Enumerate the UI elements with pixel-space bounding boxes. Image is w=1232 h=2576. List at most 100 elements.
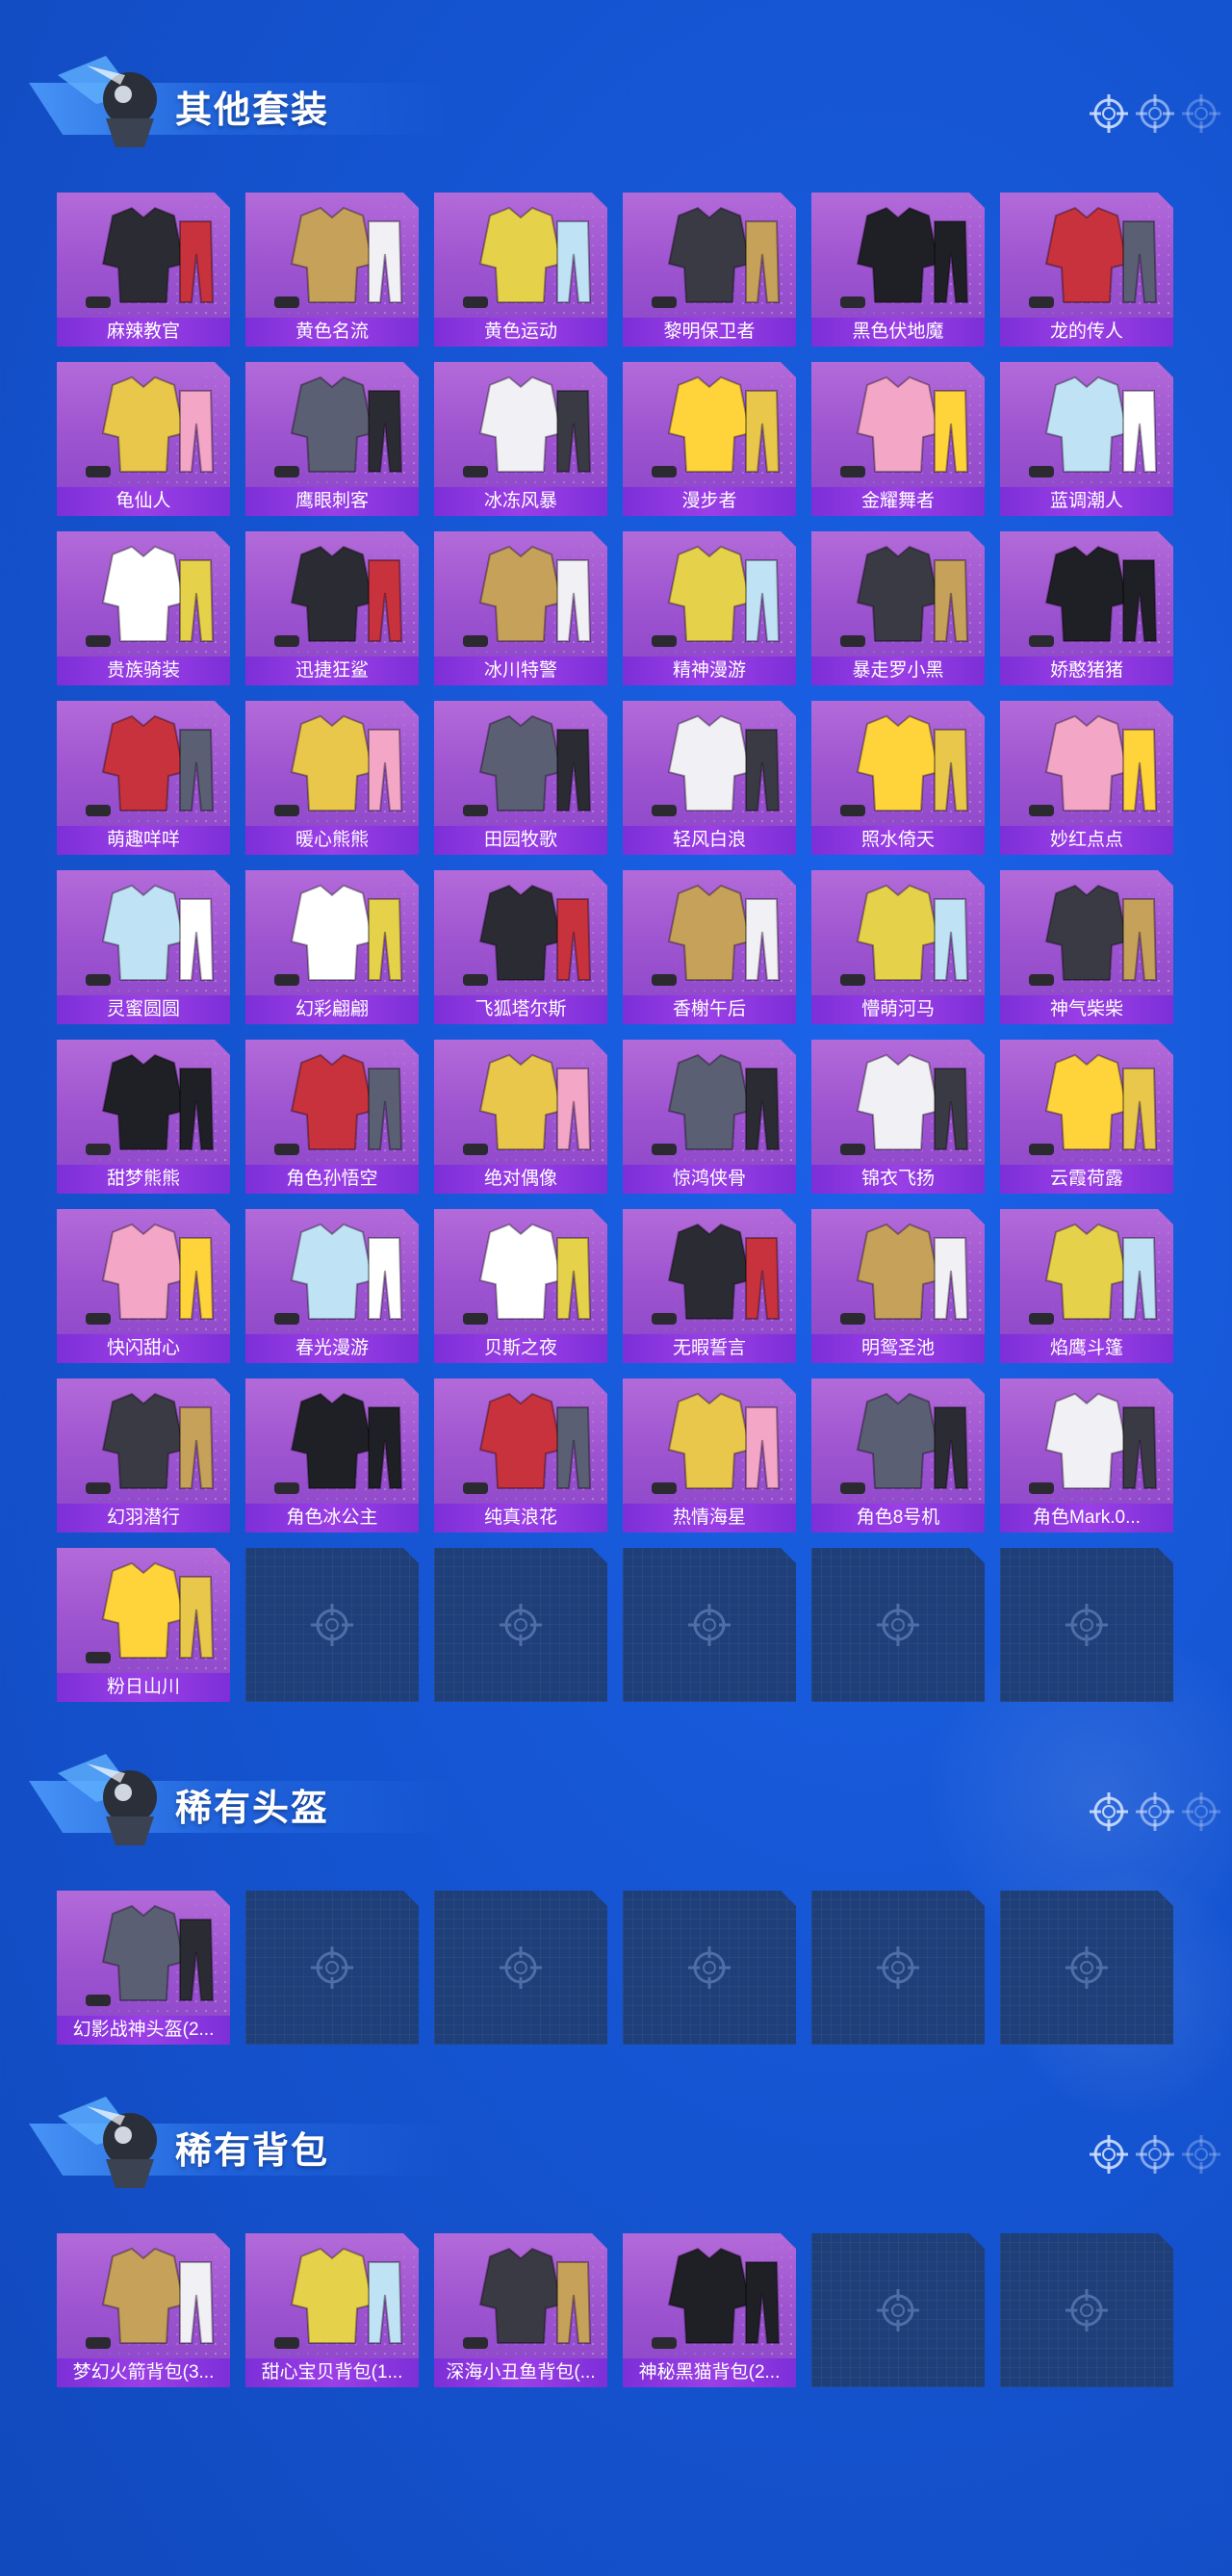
- section-header: 稀有背包: [29, 2087, 1220, 2193]
- item-card[interactable]: 明鸳圣池: [811, 1209, 985, 1363]
- item-card[interactable]: 黄色名流: [245, 193, 419, 347]
- item-image: [840, 884, 969, 986]
- item-card[interactable]: 冰冻风暴: [434, 362, 607, 516]
- item-card[interactable]: 春光漫游: [245, 1209, 419, 1363]
- item-card[interactable]: 深海小丑鱼背包(...: [434, 2233, 607, 2387]
- item-card[interactable]: 快闪甜心: [57, 1209, 230, 1363]
- item-card[interactable]: 萌趣咩咩: [57, 701, 230, 855]
- crosshair-icon: [1090, 1792, 1128, 1831]
- item-label: 甜梦熊熊: [57, 1165, 230, 1194]
- item-card[interactable]: 冰川特警: [434, 531, 607, 685]
- item-label: 云霞荷露: [1000, 1165, 1173, 1194]
- item-label: 灵蜜圆圆: [57, 995, 230, 1024]
- item-card[interactable]: 贝斯之夜: [434, 1209, 607, 1363]
- item-image: [86, 1053, 215, 1155]
- crosshair-icon: [500, 1604, 542, 1646]
- item-card[interactable]: 甜梦熊熊: [57, 1040, 230, 1194]
- item-card[interactable]: 田园牧歌: [434, 701, 607, 855]
- item-card[interactable]: 黄色运动: [434, 193, 607, 347]
- item-image: [86, 1904, 215, 2006]
- crosshair-icon: [1136, 2135, 1174, 2174]
- item-card[interactable]: 暖心熊熊: [245, 701, 419, 855]
- item-label: 角色孙悟空: [245, 1165, 419, 1194]
- item-card[interactable]: 绝对偶像: [434, 1040, 607, 1194]
- crosshair-icon: [688, 1946, 731, 1989]
- item-image: [274, 545, 403, 647]
- crosshair-icon: [1065, 1604, 1108, 1646]
- item-image: [652, 884, 781, 986]
- item-card[interactable]: 龟仙人: [57, 362, 230, 516]
- item-card[interactable]: 梦幻火箭背包(3...: [57, 2233, 230, 2387]
- item-label: 黎明保卫者: [623, 318, 796, 347]
- crosshair-icon: [311, 1604, 353, 1646]
- item-label: 幻影战神头盔(2...: [57, 2016, 230, 2045]
- item-card[interactable]: 焰鹰斗篷: [1000, 1209, 1173, 1363]
- crosshair-icon: [877, 1946, 919, 1989]
- item-card[interactable]: 迅捷狂鲨: [245, 531, 419, 685]
- item-card[interactable]: 金耀舞者: [811, 362, 985, 516]
- item-card[interactable]: 龙的传人: [1000, 193, 1173, 347]
- item-label: 角色冰公主: [245, 1504, 419, 1533]
- empty-slot: [623, 1548, 796, 1702]
- item-card[interactable]: 暴走罗小黑: [811, 531, 985, 685]
- item-card[interactable]: 飞狐塔尔斯: [434, 870, 607, 1024]
- item-image: [86, 714, 215, 816]
- item-card[interactable]: 神气柴柴: [1000, 870, 1173, 1024]
- item-card[interactable]: 妙红点点: [1000, 701, 1173, 855]
- section-title: 稀有背包: [175, 2131, 330, 2172]
- item-label: 金耀舞者: [811, 487, 985, 516]
- item-card[interactable]: 幻影战神头盔(2...: [57, 1891, 230, 2045]
- item-card[interactable]: 蓝调潮人: [1000, 362, 1173, 516]
- item-image: [840, 1053, 969, 1155]
- item-card[interactable]: 鹰眼刺客: [245, 362, 419, 516]
- item-image: [652, 1223, 781, 1325]
- item-card[interactable]: 粉日山川: [57, 1548, 230, 1702]
- item-image: [840, 206, 969, 308]
- item-card[interactable]: 黎明保卫者: [623, 193, 796, 347]
- empty-slot: [434, 1891, 607, 2045]
- item-label: 无暇誓言: [623, 1334, 796, 1363]
- item-image: [652, 714, 781, 816]
- item-card[interactable]: 幻羽潜行: [57, 1378, 230, 1533]
- item-card[interactable]: 懵萌河马: [811, 870, 985, 1024]
- item-card[interactable]: 贵族骑装: [57, 531, 230, 685]
- item-card[interactable]: 漫步者: [623, 362, 796, 516]
- item-card[interactable]: 灵蜜圆圆: [57, 870, 230, 1024]
- item-image: [274, 714, 403, 816]
- empty-slot: [434, 1548, 607, 1702]
- crosshair-icon: [1090, 2135, 1128, 2174]
- item-card[interactable]: 照水倚天: [811, 701, 985, 855]
- item-card[interactable]: 麻辣教官: [57, 193, 230, 347]
- item-card[interactable]: 热情海星: [623, 1378, 796, 1533]
- item-label: 麻辣教官: [57, 318, 230, 347]
- item-card[interactable]: 角色8号机: [811, 1378, 985, 1533]
- item-card[interactable]: 云霞荷露: [1000, 1040, 1173, 1194]
- item-card[interactable]: 幻彩翩翩: [245, 870, 419, 1024]
- item-card[interactable]: 娇憨猪猪: [1000, 531, 1173, 685]
- item-card[interactable]: 精神漫游: [623, 531, 796, 685]
- item-image: [274, 1223, 403, 1325]
- empty-slot: [245, 1548, 419, 1702]
- item-label: 香榭午后: [623, 995, 796, 1024]
- item-card[interactable]: 香榭午后: [623, 870, 796, 1024]
- item-image: [652, 1053, 781, 1155]
- item-card[interactable]: 惊鸿侠骨: [623, 1040, 796, 1194]
- item-card[interactable]: 角色孙悟空: [245, 1040, 419, 1194]
- item-image: [274, 2247, 403, 2349]
- item-card[interactable]: 甜心宝贝背包(1...: [245, 2233, 419, 2387]
- item-image: [463, 1223, 592, 1325]
- item-label: 冰川特警: [434, 657, 607, 685]
- item-label: 黄色名流: [245, 318, 419, 347]
- crosshair-icon: [877, 2289, 919, 2331]
- item-label: 黑色伏地魔: [811, 318, 985, 347]
- item-card[interactable]: 黑色伏地魔: [811, 193, 985, 347]
- item-label: 春光漫游: [245, 1334, 419, 1363]
- item-card[interactable]: 纯真浪花: [434, 1378, 607, 1533]
- item-card[interactable]: 角色冰公主: [245, 1378, 419, 1533]
- crosshair-icon: [1182, 94, 1220, 133]
- item-card[interactable]: 神秘黑猫背包(2...: [623, 2233, 796, 2387]
- item-card[interactable]: 无暇誓言: [623, 1209, 796, 1363]
- item-card[interactable]: 轻风白浪: [623, 701, 796, 855]
- item-card[interactable]: 锦衣飞扬: [811, 1040, 985, 1194]
- item-card[interactable]: 角色Mark.0...: [1000, 1378, 1173, 1533]
